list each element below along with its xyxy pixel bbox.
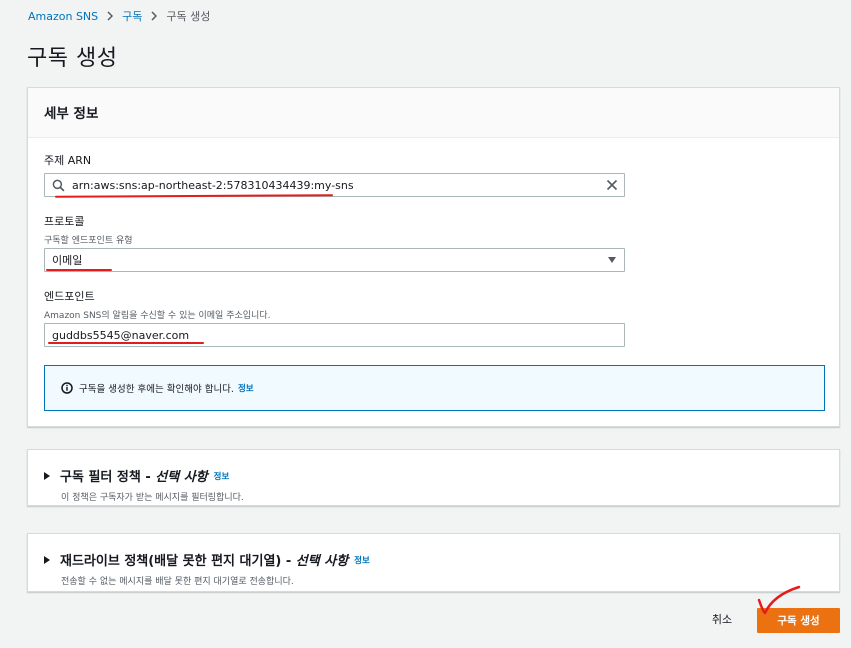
caret-right-icon[interactable] bbox=[44, 555, 50, 564]
protocol-description: 구독할 엔드포인트 유형 bbox=[44, 236, 133, 246]
topic-arn-input[interactable]: arn:aws:sns:ap-northeast-2:578310434439:… bbox=[44, 173, 625, 197]
details-panel-title: 세부 정보 bbox=[44, 106, 99, 122]
redrive-policy-header[interactable]: 재드라이브 정책(배달 못한 편지 대기열) - 선택 사항 정보 bbox=[44, 550, 839, 569]
caret-down-icon bbox=[608, 257, 616, 263]
breadcrumb: Amazon SNS 구독 구독 생성 bbox=[28, 8, 210, 24]
endpoint-value: guddbs5545@naver.com bbox=[52, 328, 190, 342]
page-title: 구독 생성 bbox=[27, 46, 118, 71]
redrive-policy-info-link[interactable]: 정보 bbox=[354, 554, 370, 566]
protocol-selected-value: 이메일 bbox=[52, 254, 83, 267]
filter-policy-info-link[interactable]: 정보 bbox=[214, 470, 230, 482]
info-alert-text: 구독을 생성한 후에는 확인해야 합니다. bbox=[79, 384, 234, 395]
endpoint-label: 엔드포인트 bbox=[44, 290, 95, 303]
breadcrumb-subscriptions[interactable]: 구독 bbox=[122, 8, 142, 24]
redrive-policy-title: 재드라이브 정책(배달 못한 편지 대기열) - 선택 사항 bbox=[60, 554, 349, 569]
topic-arn-field: 주제 ARN bbox=[44, 152, 625, 168]
breadcrumb-amazon-sns[interactable]: Amazon SNS bbox=[28, 10, 98, 23]
annotation-underline-protocol bbox=[46, 269, 112, 271]
protocol-field: 프로토콜 구독할 엔드포인트 유형 bbox=[44, 213, 625, 246]
topic-arn-value: arn:aws:sns:ap-northeast-2:578310434439:… bbox=[72, 178, 354, 192]
filter-policy-header[interactable]: 구독 필터 정책 - 선택 사항 정보 bbox=[44, 466, 839, 485]
redrive-policy-panel[interactable]: 재드라이브 정책(배달 못한 편지 대기열) - 선택 사항 정보 전송할 수 … bbox=[27, 533, 840, 592]
details-panel: 세부 정보 주제 ARN arn:aws:sns:ap-northeast-2:… bbox=[27, 87, 840, 427]
info-icon bbox=[61, 382, 73, 394]
breadcrumb-current: 구독 생성 bbox=[166, 10, 211, 23]
filter-policy-panel[interactable]: 구독 필터 정책 - 선택 사항 정보 이 정책은 구독자가 받는 메시지를 필… bbox=[27, 449, 840, 506]
info-alert-link[interactable]: 정보 bbox=[238, 382, 254, 394]
endpoint-description: Amazon SNS의 알림을 수신할 수 있는 이메일 주소입니다. bbox=[44, 311, 271, 321]
caret-right-icon[interactable] bbox=[44, 471, 50, 480]
chevron-right-icon bbox=[107, 11, 114, 21]
close-icon[interactable] bbox=[606, 179, 618, 191]
filter-policy-description: 이 정책은 구독자가 받는 메시지를 필터링합니다. bbox=[61, 493, 244, 503]
annotation-underline-endpoint bbox=[48, 342, 204, 344]
topic-arn-label: 주제 ARN bbox=[44, 154, 92, 167]
protocol-label: 프로토콜 bbox=[44, 215, 85, 228]
search-icon bbox=[52, 179, 65, 192]
chevron-right-icon bbox=[151, 11, 158, 21]
info-alert: 구독을 생성한 후에는 확인해야 합니다. 정보 bbox=[44, 365, 825, 411]
annotation-checkmark bbox=[757, 585, 801, 615]
filter-policy-title: 구독 필터 정책 - 선택 사항 bbox=[60, 470, 208, 485]
cancel-button[interactable]: 취소 bbox=[705, 610, 739, 630]
details-panel-header: 세부 정보 bbox=[28, 88, 839, 138]
protocol-select[interactable]: 이메일 bbox=[44, 248, 625, 272]
endpoint-field: 엔드포인트 Amazon SNS의 알림을 수신할 수 있는 이메일 주소입니다… bbox=[44, 288, 625, 321]
redrive-policy-description: 전송할 수 없는 메시지를 배달 못한 편지 대기열로 전송합니다. bbox=[61, 577, 294, 587]
